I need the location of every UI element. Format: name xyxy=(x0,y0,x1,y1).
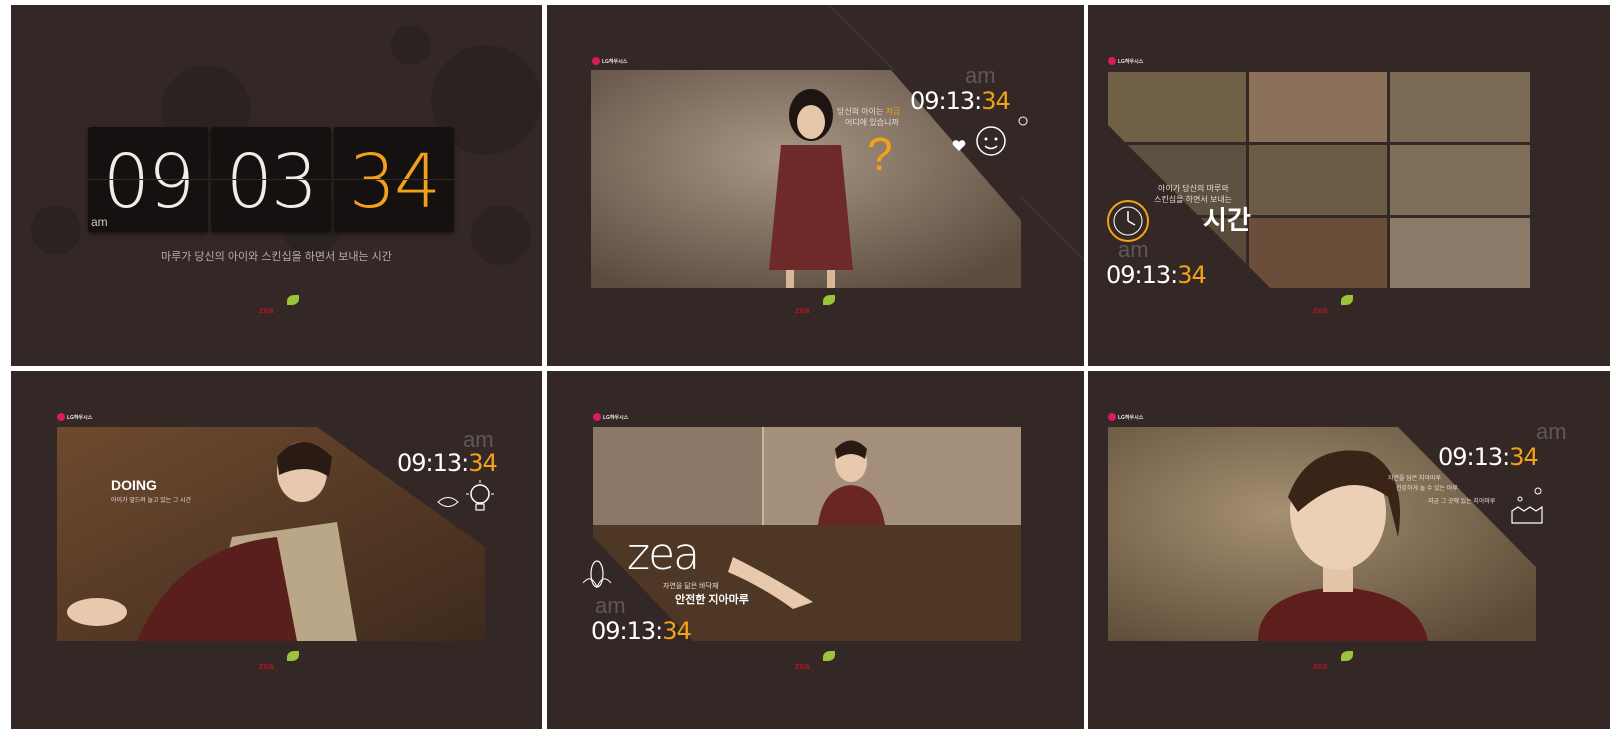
lg-logo-icon xyxy=(57,413,65,421)
lightbulb-icon xyxy=(466,480,494,511)
ampm-label: am xyxy=(965,63,996,88)
slide-doing: LG하우시스 DOING 아이가 엎드려 놀고 있는 그 시간 am 09:13… xyxy=(11,371,542,729)
slide-girl-question: LG하우시스 am 09:13:34 당신의 아이는 지금 어디에 있습니까 ? xyxy=(547,5,1084,366)
corn-icon xyxy=(582,560,612,589)
lg-logo-text: LG하우시스 xyxy=(603,415,629,421)
sub-line-1: 자연을 담은 지아마루 xyxy=(1388,476,1442,482)
ampm-label: am xyxy=(595,593,626,618)
slide-zea-floor: LG하우시스 zea 자연을 닮은 바닥재 안전한 지아마루 am 09:13:… xyxy=(547,371,1084,729)
lg-logo-text: LG하우시스 xyxy=(67,415,93,421)
leaf-icon xyxy=(287,651,299,661)
slide-flip-clock: 09 03 34 am 마루가 당신의 아이와 스킨십을 하면서 보내는 시간 … xyxy=(11,5,542,366)
sub-line-1: 자연을 닮은 바닥재 xyxy=(663,583,719,590)
clock-readout: 09:13:34 xyxy=(1438,443,1539,471)
flower-icon xyxy=(1018,116,1028,126)
ampm-label: am xyxy=(1118,237,1149,262)
lg-logo-text: LG하우시스 xyxy=(602,59,628,65)
headline: DOING xyxy=(111,477,157,493)
slide-floor-grid: LG하우시스 아이가 당신의 마루와 스킨십을 하면서 보내는 시간 am 09… xyxy=(1088,5,1610,366)
headline: 안전한 지아마루 xyxy=(675,594,749,606)
ampm-label: am xyxy=(91,215,108,229)
brand-logo: zea xyxy=(259,661,274,671)
leaf-icon xyxy=(823,651,835,661)
sub-line-3: 지금 그 곳에 있는 지아마루 xyxy=(1428,499,1496,505)
house-icon xyxy=(1511,487,1543,524)
lg-logo-icon xyxy=(592,57,600,65)
ampm-label: am xyxy=(1536,419,1567,444)
headline: 시간 xyxy=(1203,205,1251,235)
question-mark: ? xyxy=(867,128,893,180)
flip-card-minutes: 03 xyxy=(211,127,331,232)
clock-readout: 09:13:34 xyxy=(397,449,498,477)
heart-icon xyxy=(952,140,966,151)
brand-logo: zea xyxy=(1313,661,1328,671)
sub-line-2: 건강하게 놀 수 있는 마루 xyxy=(1396,486,1458,492)
sub-text: 아이가 엎드려 놀고 있는 그 시간 xyxy=(111,498,192,504)
question-line-1: 당신의 아이는 지금 xyxy=(837,107,901,116)
brand-logo: zea xyxy=(1313,305,1328,315)
clock-readout: 09:13:34 xyxy=(591,617,692,645)
brand-logo: zea xyxy=(795,305,810,315)
sub-line-1: 아이가 당신의 마루와 xyxy=(1158,184,1229,193)
child-face-icon xyxy=(976,126,1006,156)
lg-logo-text: LG하우시스 xyxy=(1118,415,1144,421)
lg-logo-icon xyxy=(593,413,601,421)
leaf-icon xyxy=(823,295,835,305)
flip-card-seconds: 34 xyxy=(334,127,454,232)
leaf-icon xyxy=(287,295,299,305)
lg-logo-icon xyxy=(1108,413,1116,421)
caption: 마루가 당신의 아이와 스킨십을 하면서 보내는 시간 xyxy=(161,251,392,263)
clock-readout: 09:13:34 xyxy=(910,87,1011,115)
leaf-icon xyxy=(1341,651,1353,661)
leaf-outline-icon xyxy=(437,497,459,507)
clock-readout: 09:13:34 xyxy=(1106,261,1207,289)
zea-wordmark: zea xyxy=(627,529,700,580)
brand-logo: zea xyxy=(259,305,274,315)
brand-logo: zea xyxy=(795,661,810,671)
slide-woman-portrait: LG하우시스 am 09:13:34 자연을 담은 지아마루 건강하게 놀 수 … xyxy=(1088,371,1610,729)
